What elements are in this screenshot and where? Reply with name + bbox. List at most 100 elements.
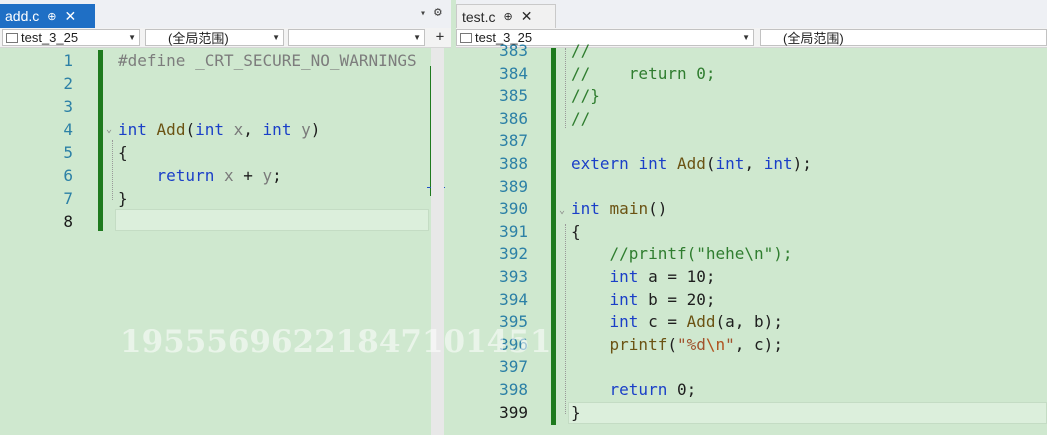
line-number: 387 (499, 131, 528, 151)
code-line[interactable]: 383 // (456, 39, 1047, 62)
right-code-area[interactable]: ⌄ 383//384// return 0; 385//} 386//387 388 e… (456, 41, 1047, 435)
code-text: // return 0; (571, 62, 716, 85)
code-line[interactable]: 392 //printf("hehe\n"); (456, 242, 1047, 265)
code-token: int (195, 120, 224, 139)
code-text: { (118, 141, 128, 164)
code-token: // (571, 108, 591, 128)
line-number: 389 (499, 176, 528, 196)
member-dropdown[interactable]: ▼ (288, 29, 425, 46)
code-text: } (571, 401, 581, 424)
code-token: int (262, 120, 292, 139)
code-line[interactable]: 390 int main() (456, 197, 1047, 220)
code-line[interactable]: 387 (456, 129, 1047, 152)
code-token: Add (156, 120, 186, 139)
code-token: + (233, 166, 263, 185)
code-text: int b = 20; (571, 288, 716, 311)
code-line[interactable]: 6 return x + y; (0, 164, 451, 187)
code-token: { (118, 143, 128, 162)
code-line[interactable]: 7} (0, 187, 451, 210)
code-token: " (725, 334, 735, 354)
close-icon[interactable]: ✕ (521, 8, 533, 25)
code-text: // (571, 107, 590, 130)
line-number: 4 (63, 120, 73, 139)
line-number: 7 (63, 189, 73, 208)
code-line[interactable]: 386 // (456, 107, 1047, 130)
code-line[interactable]: 3 (0, 95, 451, 118)
code-line[interactable]: 393 int a = 10; (456, 265, 1047, 288)
code-text: //} (571, 84, 600, 107)
code-token: (a, b); (715, 312, 783, 332)
code-token: } (118, 189, 128, 208)
code-line[interactable]: 8 (0, 210, 451, 233)
tab-test-c[interactable]: test.c ⊕ ✕ (456, 4, 556, 28)
code-token: // (571, 41, 591, 60)
code-token: { (571, 221, 581, 241)
code-line[interactable]: 389 (456, 175, 1047, 198)
code-token: ( (705, 154, 716, 173)
close-icon[interactable]: ✕ (64, 8, 76, 25)
code-text: return 0; (571, 378, 697, 401)
project-dropdown[interactable]: . test_3_25 ▼ (2, 29, 140, 46)
code-token: y (262, 166, 273, 185)
tab-add-c[interactable]: add.c ⊕ ✕ (0, 4, 95, 28)
code-token: int (638, 154, 668, 173)
code-line[interactable]: 385 //} (456, 84, 1047, 107)
line-number: 391 (499, 221, 528, 241)
code-line[interactable]: 384 // return 0; (456, 62, 1047, 85)
code-line[interactable]: 4 int Add(int x, int y) (0, 118, 451, 141)
code-text: printf("%d\n", c); (571, 333, 783, 356)
code-text: int a = 10; (571, 265, 716, 288)
pin-icon[interactable]: ⊕ (503, 10, 512, 23)
code-token: y (301, 120, 311, 139)
code-line[interactable]: 2 (0, 72, 451, 95)
code-token: //} (571, 86, 600, 106)
code-token: Add (676, 154, 706, 173)
code-line[interactable]: 399} (456, 401, 1047, 424)
code-token: int (715, 154, 745, 173)
code-line[interactable]: 398 return 0; (456, 378, 1047, 401)
code-token: () (648, 199, 668, 219)
code-token: x (223, 166, 234, 185)
code-line[interactable]: 1 #define _CRT_SECURE_NO_WARNINGS (0, 49, 451, 72)
split-editor-button[interactable]: + (433, 29, 447, 46)
left-code-area[interactable]: ⌄ 1 #define _CRT_SECURE_NO_WARNINGS 2 3 4 int… (0, 48, 451, 435)
line-number: 1 (63, 51, 73, 70)
scope-value: (全局范围) (168, 31, 229, 46)
code-token: x (233, 120, 244, 139)
code-line[interactable]: 5{ (0, 141, 451, 164)
gear-icon[interactable]: ⚙ (434, 5, 442, 20)
left-vertical-scrollbar[interactable] (431, 48, 444, 435)
code-text: //printf("hehe\n"); (571, 242, 793, 265)
tab-overflow-icon[interactable]: ▾ (420, 8, 426, 19)
line-number: 384 (499, 63, 528, 83)
code-line[interactable]: 391 { (456, 220, 1047, 243)
left-navigation-bar: . test_3_25 ▼ (全局范围) ▼ ▼ + (0, 28, 451, 48)
code-text: int main() (571, 197, 667, 220)
code-token: printf (609, 334, 668, 354)
code-token: , c); (734, 334, 783, 354)
code-token: return (609, 380, 668, 399)
chevron-down-icon: ▼ (128, 33, 136, 42)
code-token: ; (272, 166, 282, 185)
project-name: test_3_25 (21, 30, 79, 45)
code-token: b = 20; (638, 289, 716, 309)
scope-dropdown[interactable]: (全局范围) ▼ (145, 29, 284, 46)
line-number: 388 (499, 154, 528, 173)
chevron-down-icon: ▼ (272, 33, 280, 42)
pin-icon[interactable]: ⊕ (47, 10, 56, 23)
code-text: // (571, 39, 590, 62)
code-token: int (609, 289, 639, 309)
line-number: 383 (499, 41, 528, 60)
code-line[interactable]: 394 int b = 20; (456, 288, 1047, 311)
code-line[interactable]: 388 extern int Add(int, int); (456, 152, 1047, 175)
